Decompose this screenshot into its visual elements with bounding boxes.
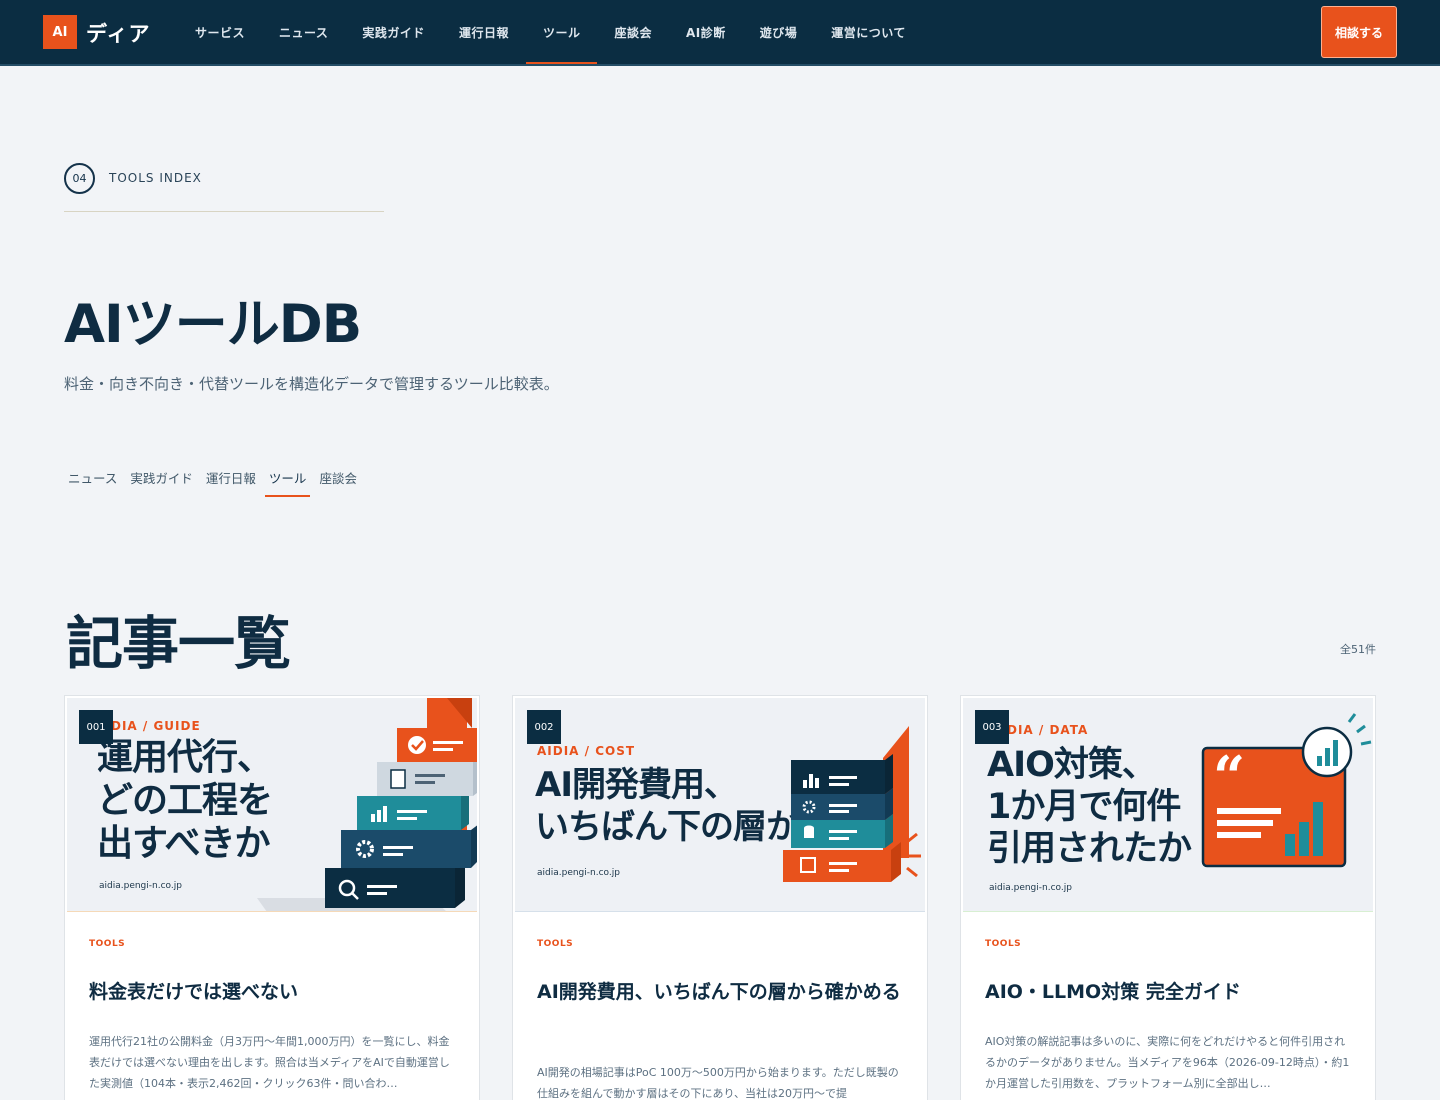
subnav-item-news[interactable]: ニュース xyxy=(64,462,121,497)
card-number-badge: 002 xyxy=(527,710,561,744)
subnav-item-guide[interactable]: 実践ガイド xyxy=(126,462,197,497)
subnav-item-tools[interactable]: ツール xyxy=(264,462,311,497)
article-card[interactable]: 001 DIA / GUIDE 運用代行、 どの工程を 出すべきか aidia.… xyxy=(64,695,480,1100)
nav-item-guide[interactable]: 実践ガイド xyxy=(345,0,442,64)
card-title[interactable]: AIO・LLMO対策 完全ガイド xyxy=(985,976,1355,1008)
main-nav: サービス ニュース 実践ガイド 運行日報 ツール 座談会 AI診断 遊び場 運営… xyxy=(178,0,923,64)
article-thumbnail: 002 AIDIA / COST AI開発費用、 いちばん下の層から aidia… xyxy=(515,698,925,912)
card-category: TOOLS xyxy=(537,939,574,949)
thumbnail-kicker: AIDIA / COST xyxy=(537,744,636,758)
card-excerpt: AIO対策の解説記事は多いのに、実際に何をどれだけやると何件引用されるかのデータ… xyxy=(985,1035,1350,1090)
bar-chart-icon xyxy=(803,780,807,788)
thumbnail-kicker: DIA / GUIDE xyxy=(111,719,201,733)
page-title: AIツールDB xyxy=(64,294,362,355)
quote-icon: “ xyxy=(1213,744,1245,810)
thumbnail-headline: AIO対策、 1か月で何件 引用されたか xyxy=(987,745,1192,869)
nav-item-tools[interactable]: ツール xyxy=(525,0,598,64)
section-label: TOOLS INDEX xyxy=(109,171,202,185)
category-subnav: ニュース 実践ガイド 運行日報 ツール 座談会 xyxy=(64,462,366,497)
section-number-badge: 04 xyxy=(64,163,95,194)
logo-text[interactable]: ディア xyxy=(86,18,151,48)
nav-item-daily-report[interactable]: 運行日報 xyxy=(442,0,526,64)
card-excerpt: AI開発の相場記事はPoC 100万〜500万円から始まります。ただし既製の仕組… xyxy=(537,1066,899,1100)
thumbnail-domain: aidia.pengi-n.co.jp xyxy=(537,868,620,878)
document-icon xyxy=(390,769,406,789)
layered-stack-illustration xyxy=(783,726,921,882)
card-number-badge: 003 xyxy=(975,710,1009,744)
article-count: 全51件 xyxy=(1340,643,1376,656)
article-thumbnail: 003 DIA / DATA AIO対策、 1か月で何件 引用されたか aidi… xyxy=(963,698,1373,912)
article-card[interactable]: 002 AIDIA / COST AI開発費用、 いちばん下の層から aidia… xyxy=(512,695,928,1100)
checkmark-icon xyxy=(408,736,426,754)
nav-item-roundtable[interactable]: 座談会 xyxy=(597,0,669,64)
logo-mark[interactable]: AI xyxy=(43,15,77,49)
top-navigation-bar: AI ディア サービス ニュース 実践ガイド 運行日報 ツール 座談会 AI診断… xyxy=(0,0,1440,66)
consult-button[interactable]: 相談する xyxy=(1321,6,1397,58)
card-excerpt: 運用代行21社の公開料金（月3万円〜年間1,000万円）を一覧にし、料金表だけで… xyxy=(89,1035,450,1090)
card-number-badge: 001 xyxy=(79,710,113,744)
nav-item-about[interactable]: 運営について xyxy=(814,0,923,64)
nav-item-news[interactable]: ニュース xyxy=(262,0,345,64)
subnav-item-daily-report[interactable]: 運行日報 xyxy=(202,462,260,497)
nav-item-ai-diagnosis[interactable]: AI診断 xyxy=(669,0,743,64)
stacked-blocks-illustration xyxy=(257,698,477,912)
card-category: TOOLS xyxy=(89,939,126,949)
thumbnail-headline: 運用代行、 どの工程を 出すべきか xyxy=(97,737,273,864)
article-thumbnail: 001 DIA / GUIDE 運用代行、 どの工程を 出すべきか aidia.… xyxy=(67,698,477,912)
thumbnail-domain: aidia.pengi-n.co.jp xyxy=(99,881,182,891)
thumbnail-kicker: DIA / DATA xyxy=(1007,723,1089,737)
subnav-item-roundtable[interactable]: 座談会 xyxy=(315,462,361,497)
section-divider xyxy=(64,211,384,212)
card-title[interactable]: AI開発費用、いちばん下の層から確かめる xyxy=(537,976,907,1008)
card-category: TOOLS xyxy=(985,939,1022,949)
citation-chart-illustration: “ xyxy=(1201,713,1372,868)
thumbnail-domain: aidia.pengi-n.co.jp xyxy=(989,883,1072,893)
page-description: 料金・向き不向き・代替ツールを構造化データで管理するツール比較表。 xyxy=(64,375,559,393)
nav-item-playground[interactable]: 遊び場 xyxy=(743,0,815,64)
article-card[interactable]: 003 DIA / DATA AIO対策、 1か月で何件 引用されたか aidi… xyxy=(960,695,1376,1100)
nav-item-services[interactable]: サービス xyxy=(178,0,262,64)
bar-chart-icon xyxy=(1285,834,1295,856)
bar-chart-icon xyxy=(371,814,375,822)
card-title[interactable]: 料金表だけでは選べない xyxy=(89,976,459,1008)
article-list-title: 記事一覧 xyxy=(66,611,291,677)
